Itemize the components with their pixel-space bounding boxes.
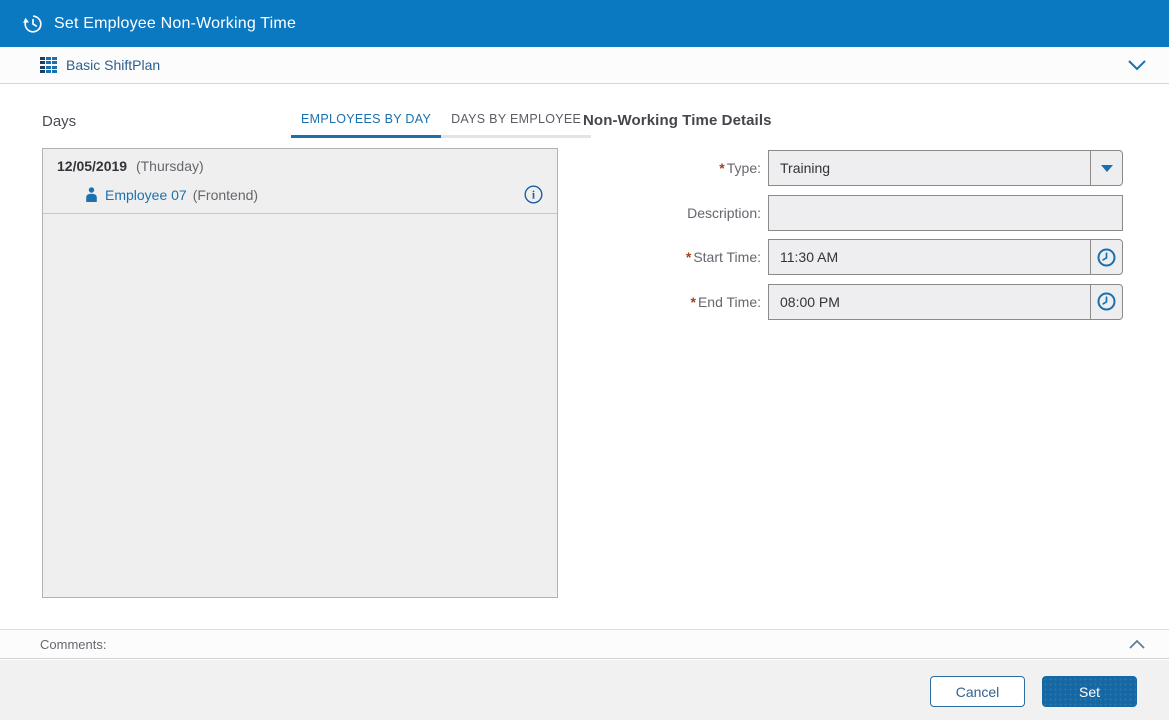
comments-label: Comments: [40, 637, 106, 652]
clock-icon [1097, 292, 1116, 311]
svg-text:i: i [532, 190, 536, 202]
type-row: *Type: Training [583, 150, 1123, 186]
history-clock-icon [22, 13, 44, 35]
start-time-row: *Start Time: 11:30 AM [583, 239, 1123, 275]
info-icon[interactable]: i [524, 185, 543, 204]
day-date: 12/05/2019 [57, 158, 127, 174]
days-list: 12/05/2019 (Thursday) Employee 07 (Front… [42, 148, 558, 598]
end-time-value[interactable]: 08:00 PM [768, 284, 1090, 320]
start-time-value[interactable]: 11:30 AM [768, 239, 1090, 275]
employee-role: (Frontend) [193, 187, 258, 203]
start-time-field: 11:30 AM [768, 239, 1123, 275]
details-heading: Non-Working Time Details [583, 112, 1123, 129]
description-row: Description: [583, 195, 1123, 231]
end-time-label: *End Time: [583, 294, 768, 310]
end-time-picker-button[interactable] [1090, 284, 1123, 320]
chevron-up-icon[interactable] [1128, 639, 1146, 650]
end-time-field: 08:00 PM [768, 284, 1123, 320]
day-header: 12/05/2019 (Thursday) [43, 149, 557, 178]
day-view-tabs: EMPLOYEES BY DAY DAYS BY EMPLOYEE [291, 108, 591, 138]
required-marker: * [691, 294, 696, 310]
type-value[interactable]: Training [768, 150, 1090, 186]
employee-row[interactable]: Employee 07 (Frontend) i [43, 178, 557, 213]
chevron-down-icon[interactable] [1127, 59, 1147, 71]
person-icon [85, 187, 98, 202]
non-working-time-details: Non-Working Time Details *Type: Training… [583, 112, 1123, 328]
tab-employees-by-day[interactable]: EMPLOYEES BY DAY [291, 108, 441, 138]
required-marker: * [719, 160, 724, 176]
tab-days-by-employee[interactable]: DAYS BY EMPLOYEE [441, 108, 591, 138]
dialog-footer: Cancel Set [0, 660, 1169, 720]
cancel-button[interactable]: Cancel [930, 676, 1025, 707]
caret-down-icon [1101, 165, 1113, 172]
shiftplan-header[interactable]: Basic ShiftPlan [0, 47, 1169, 84]
shiftplan-label: Basic ShiftPlan [66, 57, 160, 73]
employee-name-link[interactable]: Employee 07 [105, 187, 187, 203]
dialog-titlebar: Set Employee Non-Working Time [0, 0, 1169, 47]
required-marker: * [686, 249, 691, 265]
type-dropdown: Training [768, 150, 1123, 186]
description-label: Description: [583, 205, 768, 221]
clock-icon [1097, 248, 1116, 267]
start-time-picker-button[interactable] [1090, 239, 1123, 275]
set-non-working-time-dialog: Set Employee Non-Working Time Basic Shif… [0, 0, 1169, 720]
dialog-title: Set Employee Non-Working Time [54, 15, 296, 33]
type-label: *Type: [583, 160, 768, 176]
type-dropdown-button[interactable] [1090, 150, 1123, 186]
comments-section-header[interactable]: Comments: [0, 629, 1169, 659]
grid-icon [40, 57, 57, 73]
start-time-label: *Start Time: [583, 249, 768, 265]
day-group: 12/05/2019 (Thursday) Employee 07 (Front… [43, 149, 557, 214]
set-button[interactable]: Set [1042, 676, 1137, 707]
description-field [768, 195, 1123, 231]
end-time-row: *End Time: 08:00 PM [583, 284, 1123, 320]
day-weekday: (Thursday) [136, 158, 204, 174]
description-input[interactable] [768, 195, 1123, 231]
days-section-label: Days [42, 113, 76, 130]
